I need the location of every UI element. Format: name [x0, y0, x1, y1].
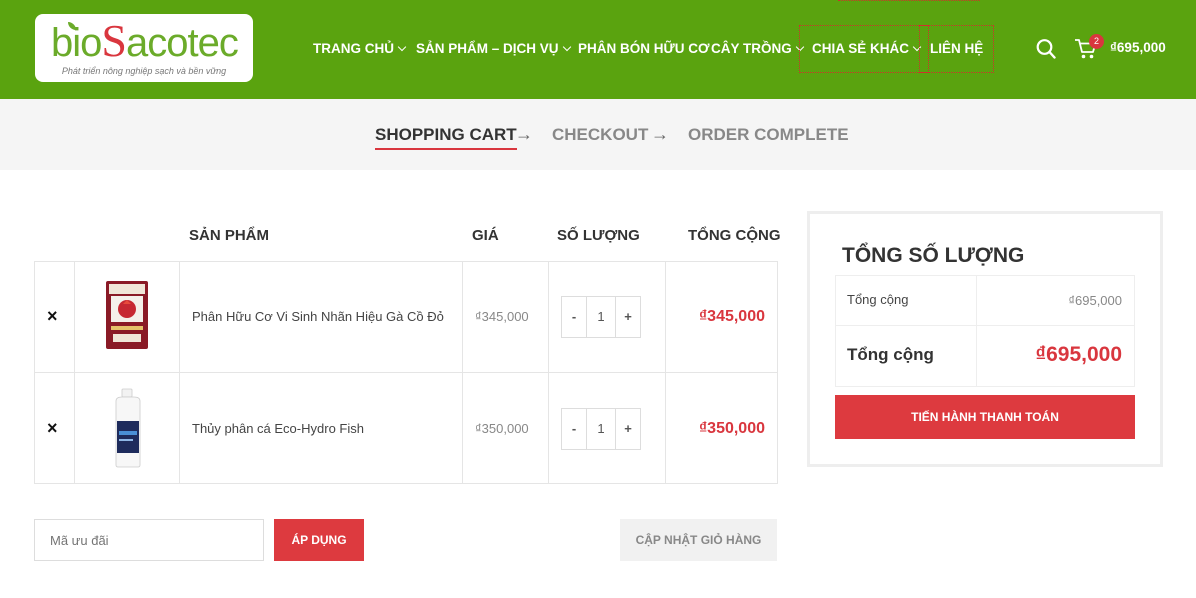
qty-plus-button[interactable]: + — [616, 297, 640, 337]
qty-input[interactable]: 1 — [586, 409, 616, 449]
subtotal-label: Tổng cộng — [847, 292, 909, 307]
qty-input[interactable]: 1 — [586, 297, 616, 337]
product-subtotal: ₫350,000 — [698, 420, 765, 437]
step-arrow-icon: → — [651, 124, 669, 144]
qty-minus-button[interactable]: - — [562, 297, 586, 337]
cart-table: × Phân Hữu Cơ Vi Sinh Nhãn Hiệu Gà Cồ Đỏ… — [34, 261, 778, 484]
remove-item-button[interactable]: × — [47, 306, 58, 327]
update-cart-button[interactable]: CẬP NHẬT GIỎ HÀNG — [620, 519, 777, 561]
table-row: × Phân Hữu Cơ Vi Sinh Nhãn Hiệu Gà Cồ Đỏ… — [35, 262, 777, 373]
chevron-down-icon — [397, 42, 407, 52]
step-order-complete: ORDER COMPLETE — [688, 125, 849, 144]
col-header-price: GIÁ — [472, 227, 499, 244]
col-header-total: TỔNG CỘNG — [688, 227, 781, 244]
logo-tagline: Phát triển nông nghiệp sạch và bền vững — [61, 66, 227, 76]
cart-totals-panel: TỔNG SỐ LƯỢNG Tổng cộng ₫695,000 Tổng cộ… — [807, 211, 1163, 467]
proceed-to-checkout-button[interactable]: TIẾN HÀNH THANH TOÁN — [835, 395, 1135, 439]
logo-wordmark: bioSacotec — [51, 15, 239, 66]
nav-item-contact[interactable]: LIÊN HỆ — [918, 25, 995, 73]
nav-item-products-services[interactable]: SẢN PHẨM – DỊCH VỤ — [416, 26, 571, 72]
search-icon[interactable] — [1036, 38, 1056, 60]
product-price: ₫350,000 — [475, 421, 529, 436]
quantity-stepper: - 1 + — [561, 408, 641, 450]
product-image-fertilizer-bag[interactable] — [105, 280, 149, 350]
subtotal-value: ₫695,000 — [1068, 293, 1122, 308]
step-checkout: CHECKOUT — [552, 125, 649, 144]
product-name-link[interactable]: Thủy phân cá Eco-Hydro Fish — [192, 421, 364, 436]
coupon-code-input[interactable] — [34, 519, 264, 561]
qty-plus-button[interactable]: + — [616, 409, 640, 449]
qty-minus-button[interactable]: - — [562, 409, 586, 449]
header-cart-total[interactable]: ₫695,000 — [1110, 38, 1166, 58]
product-subtotal: ₫345,000 — [698, 308, 765, 325]
product-image-bottle[interactable] — [108, 387, 148, 469]
apply-coupon-button[interactable]: ÁP DỤNG — [274, 519, 364, 561]
site-logo[interactable]: bioSacotec Phát triển nông nghiệp sạch v… — [35, 14, 253, 82]
nav-highlight-line — [838, 0, 980, 1]
nav-item-crops[interactable]: CÂY TRỒNG — [711, 26, 805, 72]
cart-totals-title: TỔNG SỐ LƯỢNG — [842, 244, 1025, 267]
table-row: × Thủy phân cá Eco-Hydro Fish ₫350,000 -… — [35, 372, 777, 483]
product-name-link[interactable]: Phân Hữu Cơ Vi Sinh Nhãn Hiệu Gà Cồ Đỏ — [192, 309, 444, 324]
col-header-qty: SỐ LƯỢNG — [557, 227, 640, 244]
nav-item-organic-fertilizer[interactable]: PHÂN BÓN HỮU CƠ — [578, 26, 709, 72]
quantity-stepper: - 1 + — [561, 296, 641, 338]
remove-item-button[interactable]: × — [47, 418, 58, 439]
cart-totals-table: Tổng cộng ₫695,000 Tổng cộng ₫695,000 — [835, 275, 1135, 387]
cart-count-badge: 2 — [1089, 34, 1104, 49]
step-shopping-cart: SHOPPING CART — [375, 124, 517, 150]
nav-item-share-more[interactable]: CHIA SẺ KHÁC — [798, 25, 930, 73]
column-divider — [976, 276, 977, 386]
product-price: ₫345,000 — [475, 309, 529, 324]
step-arrow-icon: → — [515, 124, 533, 144]
nav-item-home[interactable]: TRANG CHỦ — [313, 26, 407, 72]
order-total-value: ₫695,000 — [1035, 343, 1122, 366]
order-total-label: Tổng cộng — [847, 345, 934, 364]
chevron-down-icon — [562, 42, 571, 52]
col-header-product: SẢN PHẨM — [189, 227, 270, 244]
